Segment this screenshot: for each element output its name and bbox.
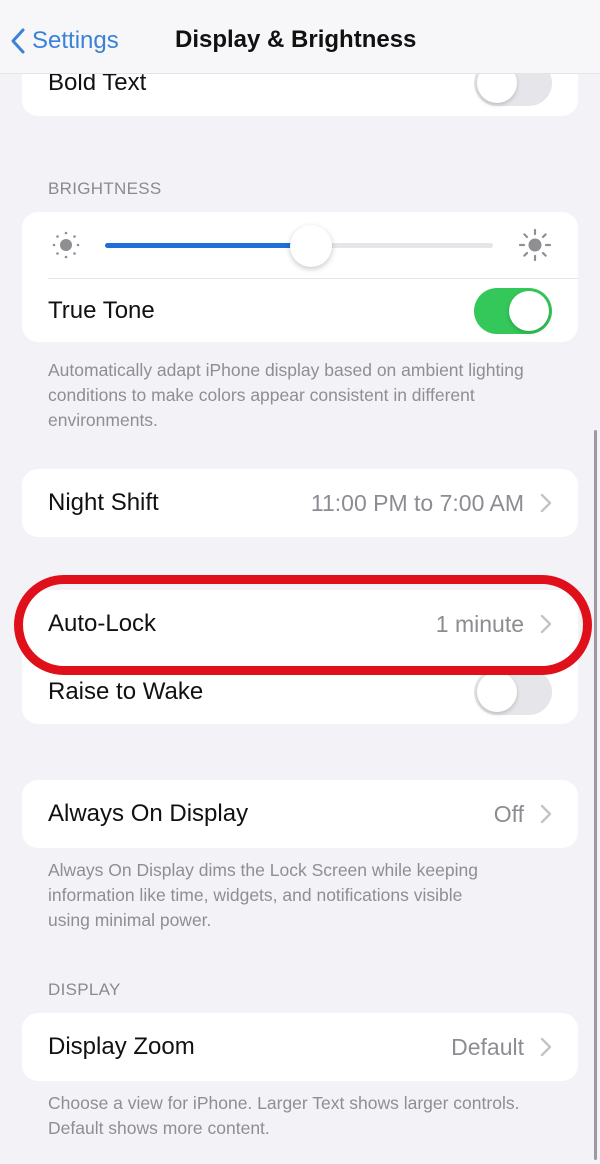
back-button[interactable]: Settings (10, 24, 119, 58)
always-on-value: Off (493, 800, 524, 827)
scroll-indicator[interactable] (594, 430, 597, 1160)
lock-card: Auto-Lock 1 minute Raise to Wake (22, 590, 578, 724)
always-on-label: Always On Display (48, 800, 249, 827)
slider-fill (105, 243, 311, 248)
display-zoom-value: Default (451, 1033, 524, 1060)
chevron-right-icon (540, 1037, 552, 1057)
raise-to-wake-toggle[interactable] (474, 669, 552, 715)
chevron-right-icon (540, 614, 552, 634)
raise-to-wake-label: Raise to Wake (48, 678, 204, 705)
auto-lock-label: Auto-Lock (48, 610, 157, 637)
display-zoom-label: Display Zoom (48, 1033, 195, 1060)
page-title: Display & Brightness (175, 26, 417, 53)
toggle-knob (477, 672, 517, 712)
always-on-footer: Always On Display dims the Lock Screen w… (48, 860, 478, 930)
night-shift-row[interactable]: Night Shift 11:00 PM to 7:00 AM (22, 469, 578, 537)
auto-lock-row[interactable]: Auto-Lock 1 minute (22, 590, 578, 658)
true-tone-footer: Automatically adapt iPhone display based… (48, 360, 524, 430)
brightness-card: True Tone (22, 212, 578, 342)
brightness-slider[interactable] (105, 225, 493, 267)
display-header: DISPLAY (48, 980, 121, 999)
chevron-left-icon (11, 28, 25, 54)
true-tone-label: True Tone (48, 297, 155, 324)
true-tone-toggle[interactable] (474, 288, 552, 334)
display-zoom-footer: Choose a view for iPhone. Larger Text sh… (48, 1093, 520, 1138)
night-shift-label: Night Shift (48, 489, 159, 516)
sun-large-icon (518, 228, 552, 262)
sun-small-icon (52, 231, 80, 259)
display-zoom-card: Display Zoom Default (22, 1013, 578, 1081)
back-label: Settings (32, 27, 119, 54)
divider (48, 278, 578, 279)
brightness-header: BRIGHTNESS (48, 179, 162, 198)
navigation-bar: Settings Display & Brightness (0, 0, 600, 74)
chevron-right-icon (540, 493, 552, 513)
true-tone-row: True Tone (22, 286, 578, 336)
toggle-knob (509, 291, 549, 331)
always-on-card: Always On Display Off (22, 780, 578, 848)
always-on-row[interactable]: Always On Display Off (22, 780, 578, 848)
night-shift-value: 11:00 PM to 7:00 AM (310, 489, 524, 516)
auto-lock-value: 1 minute (435, 610, 524, 637)
slider-thumb[interactable] (289, 225, 332, 267)
display-zoom-row[interactable]: Display Zoom Default (22, 1013, 578, 1081)
raise-to-wake-row: Raise to Wake (22, 666, 578, 718)
night-shift-card: Night Shift 11:00 PM to 7:00 AM (22, 469, 578, 537)
chevron-right-icon (540, 804, 552, 824)
